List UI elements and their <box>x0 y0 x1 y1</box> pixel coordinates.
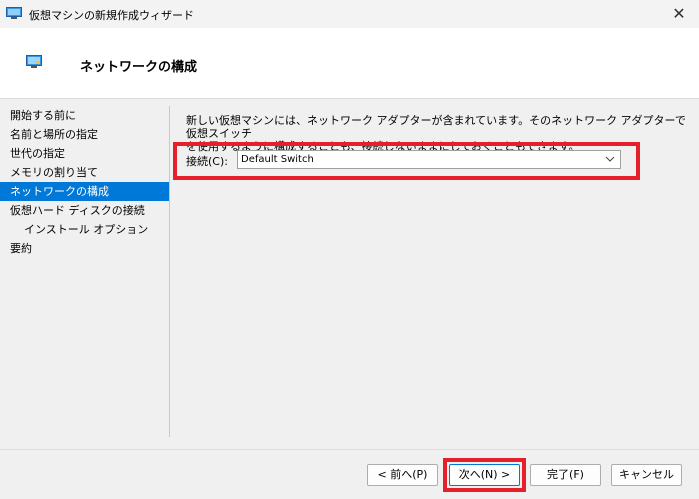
step-summary[interactable]: 要約 <box>0 239 169 258</box>
finish-button[interactable]: 完了(F) <box>530 464 601 486</box>
next-button-highlight-box <box>443 458 526 492</box>
wizard-steps-nav: 開始する前に 名前と場所の指定 世代の指定 メモリの割り当て ネットワークの構成… <box>0 106 169 258</box>
step-memory[interactable]: メモリの割り当て <box>0 163 169 182</box>
title-bar: 仮想マシンの新規作成ウィザード ✕ <box>0 0 699 28</box>
step-name-and-location[interactable]: 名前と場所の指定 <box>0 125 169 144</box>
page-title: ネットワークの構成 <box>80 60 198 75</box>
connection-highlight-box <box>173 142 640 180</box>
hyperv-app-icon <box>6 7 22 19</box>
step-generation[interactable]: 世代の指定 <box>0 144 169 163</box>
close-icon[interactable]: ✕ <box>664 2 694 26</box>
step-installation-options[interactable]: インストール オプション <box>0 220 169 239</box>
prev-button[interactable]: < 前へ(P) <box>367 464 438 486</box>
footer-divider <box>0 449 699 450</box>
description-line-1: 新しい仮想マシンには、ネットワーク アダプターが含まれています。そのネットワーク… <box>186 114 686 140</box>
window-title: 仮想マシンの新規作成ウィザード <box>29 9 194 22</box>
step-virtual-hard-disk[interactable]: 仮想ハード ディスクの接続 <box>0 201 169 220</box>
step-before-you-begin[interactable]: 開始する前に <box>0 106 169 125</box>
cancel-button[interactable]: キャンセル <box>611 464 682 486</box>
step-networking[interactable]: ネットワークの構成 <box>0 182 169 201</box>
vm-network-icon <box>26 55 42 68</box>
nav-divider <box>169 106 170 437</box>
page-header: ネットワークの構成 <box>0 28 699 99</box>
